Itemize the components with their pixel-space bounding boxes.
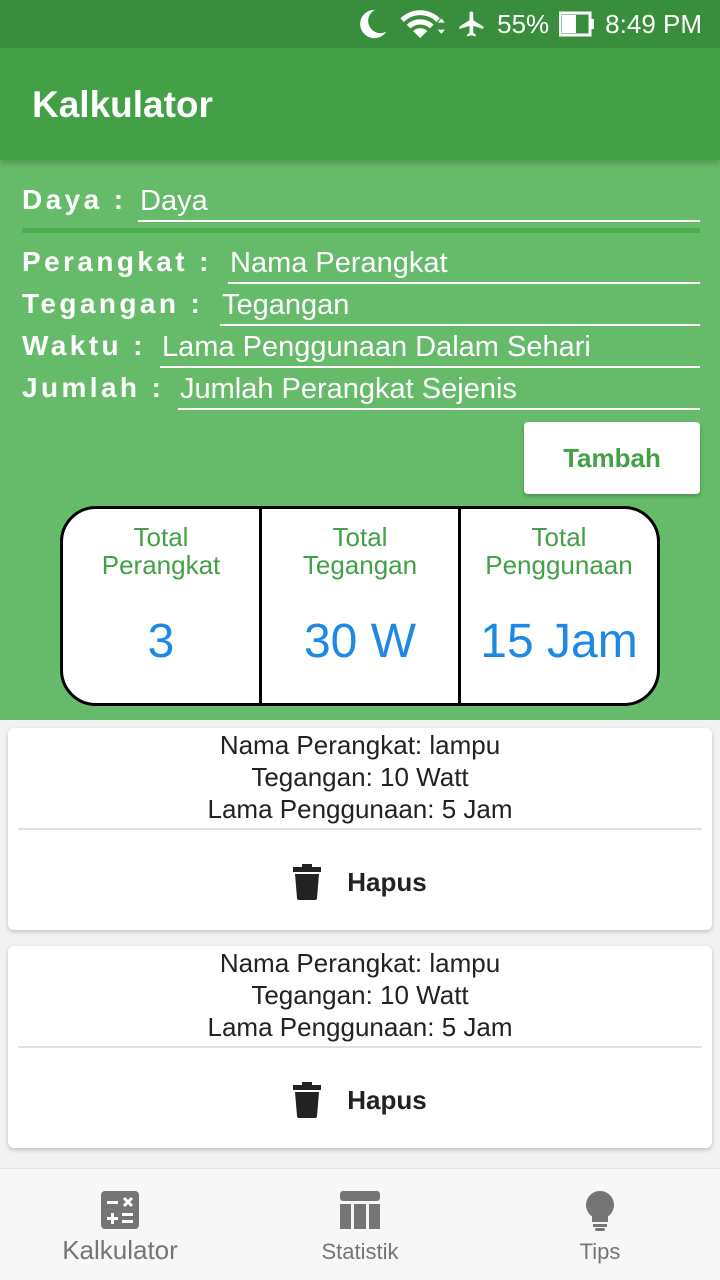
total-voltage-caption: Total Tegangan	[262, 523, 458, 579]
device-info: Nama Perangkat: lampu Tegangan: 10 Watt …	[8, 946, 712, 1043]
trash-icon	[293, 1082, 322, 1118]
caption-line: Total	[332, 522, 388, 552]
delete-button[interactable]: Hapus	[8, 858, 712, 906]
device-info: Nama Perangkat: lampu Tegangan: 10 Watt …	[8, 728, 712, 825]
caption-line: Tegangan	[302, 550, 418, 580]
delete-button[interactable]: Hapus	[8, 1076, 712, 1124]
total-usage: Total Penggunaan 15 Jam	[458, 509, 657, 703]
total-devices: Total Perangkat 3	[63, 509, 259, 703]
daya-input[interactable]	[138, 182, 700, 220]
usage-time-input[interactable]	[160, 328, 700, 366]
nav-label: Kalkulator	[62, 1235, 178, 1265]
nav-label: Statistik	[321, 1239, 399, 1264]
device-usage: Lama Penggunaan: 5 Jam	[207, 794, 513, 824]
total-voltage-value: 30 W	[303, 615, 417, 668]
battery-icon	[559, 11, 595, 37]
total-devices-caption: Total Perangkat	[63, 523, 259, 579]
daya-row: Daya :	[22, 182, 700, 222]
voltage-input[interactable]	[220, 286, 700, 324]
delete-label: Hapus	[347, 866, 427, 897]
jumlah-field	[178, 370, 700, 410]
calculator-icon	[101, 1191, 139, 1234]
device-card: Nama Perangkat: lampu Tegangan: 10 Watt …	[8, 728, 712, 930]
device-name-input[interactable]	[228, 244, 700, 282]
caption-line: Total	[133, 522, 189, 552]
waktu-row: Waktu :	[22, 328, 700, 368]
add-button[interactable]: Tambah	[524, 422, 700, 494]
quantity-input[interactable]	[178, 370, 700, 408]
total-usage-value: 15 Jam	[480, 615, 638, 668]
total-devices-value: 3	[147, 615, 175, 668]
device-name: Nama Perangkat: lampu	[219, 948, 501, 978]
wifi-icon	[399, 7, 447, 41]
card-divider	[18, 1046, 702, 1048]
jumlah-row: Jumlah :	[22, 370, 700, 410]
caption-line: Penggunaan	[485, 550, 633, 580]
battery-percent: 55%	[497, 8, 550, 39]
lightbulb-icon	[585, 1191, 615, 1236]
table-chart-icon	[340, 1191, 380, 1234]
moon-icon	[355, 7, 389, 41]
tegangan-field	[220, 286, 700, 326]
caption-line: Total	[531, 522, 587, 552]
nav-item-kalkulator[interactable]: Kalkulator	[0, 1169, 240, 1280]
jumlah-label: Jumlah :	[22, 372, 165, 403]
perangkat-field	[228, 244, 700, 284]
total-usage-caption: Total Penggunaan	[461, 523, 657, 579]
app-bar: Kalkulator	[0, 48, 720, 160]
device-voltage: Tegangan: 10 Watt	[251, 762, 469, 792]
input-panel: Daya : Perangkat : Tegangan : Waktu : Ju…	[0, 160, 720, 720]
daya-field	[138, 182, 700, 222]
trash-icon	[293, 864, 322, 900]
clock: 8:49 PM	[605, 8, 702, 39]
waktu-field	[160, 328, 700, 368]
daya-label: Daya :	[22, 184, 127, 215]
delete-label: Hapus	[347, 1084, 427, 1115]
bottom-nav: Kalkulator Statistik Tips	[0, 1168, 720, 1280]
nav-item-statistik[interactable]: Statistik	[240, 1169, 480, 1280]
device-usage: Lama Penggunaan: 5 Jam	[207, 1012, 513, 1042]
waktu-label: Waktu :	[22, 330, 146, 361]
tegangan-row: Tegangan :	[22, 286, 700, 326]
nav-item-tips[interactable]: Tips	[480, 1169, 720, 1280]
device-voltage: Tegangan: 10 Watt	[251, 980, 469, 1010]
card-divider	[18, 828, 702, 830]
total-voltage: Total Tegangan 30 W	[259, 509, 458, 703]
caption-line: Perangkat	[101, 550, 221, 580]
nav-label: Tips	[579, 1239, 621, 1264]
device-card: Nama Perangkat: lampu Tegangan: 10 Watt …	[8, 946, 712, 1148]
perangkat-label: Perangkat :	[22, 246, 212, 277]
page-title: Kalkulator	[32, 84, 213, 125]
status-bar: 55% 8:49 PM	[0, 0, 720, 48]
divider	[22, 228, 700, 233]
perangkat-row: Perangkat :	[22, 244, 700, 284]
summary-box: Total Perangkat 3 Total Tegangan 30 W To…	[60, 506, 660, 706]
airplane-icon	[457, 9, 487, 39]
device-name: Nama Perangkat: lampu	[219, 730, 501, 760]
tegangan-label: Tegangan :	[22, 288, 204, 319]
